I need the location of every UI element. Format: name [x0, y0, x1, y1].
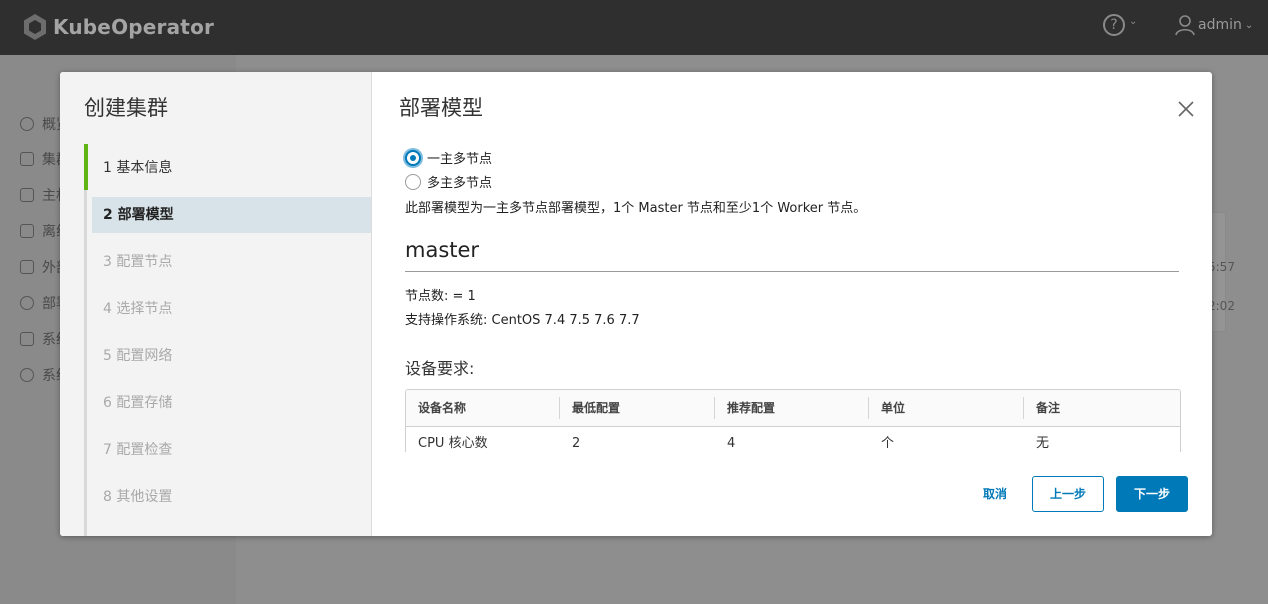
requirements-title: 设备要求:	[405, 359, 475, 378]
sidebar-item-icon	[20, 368, 34, 382]
create-cluster-wizard: 创建集群 1 基本信息 2 部署模型 3 配置节点 4 选择节点 5 配置网络 6 配置存…	[60, 72, 1212, 536]
column-divider	[559, 397, 560, 419]
table-header: 设备名称 最低配置 推荐配置 单位 备注	[406, 390, 1180, 427]
wizard-step[interactable]: 5 配置网络	[92, 338, 371, 374]
background-cell: 2:02	[1208, 299, 1235, 313]
wizard-step[interactable]: 7 配置检查	[92, 432, 371, 468]
sidebar-item-icon	[20, 117, 34, 131]
wizard-step[interactable]: 8 其他设置	[92, 479, 371, 515]
radio-button[interactable]	[405, 149, 421, 166]
previous-button[interactable]: 上一步	[1032, 476, 1104, 512]
table-cell: 2	[572, 436, 581, 451]
wizard-step[interactable]: 1 基本信息	[92, 150, 371, 186]
wizard-step[interactable]: 3 配置节点	[92, 244, 371, 280]
page-title: 部署模型	[399, 96, 483, 120]
column-divider	[714, 397, 715, 419]
help-icon[interactable]: ?	[1103, 14, 1125, 36]
model-description: 此部署模型为一主多节点部署模型，1个 Master 节点和至少1个 Worker…	[405, 201, 867, 216]
node-count: 节点数: = 1	[405, 289, 476, 304]
app-brand-name: KubeOperator	[53, 15, 215, 39]
table-cell: 个	[881, 436, 895, 451]
column-divider	[1023, 397, 1024, 419]
radio-single-master[interactable]: 一主多节点	[405, 148, 492, 167]
radio-label: 一主多节点	[427, 152, 493, 167]
wizard-content: 部署模型 一主多节点 多主多节点 此部署模型为一主多节点部署模型，1个 Mast…	[372, 72, 1212, 536]
sidebar-item-icon	[20, 260, 34, 274]
sidebar-item-icon	[20, 332, 34, 346]
requirements-table: 设备名称 最低配置 推荐配置 单位 备注 CPU 核心数 2 4 个 无	[405, 389, 1181, 452]
cancel-button[interactable]: 取消	[960, 476, 1030, 512]
section-divider	[405, 271, 1179, 272]
chevron-down-icon: ⌄	[1244, 19, 1254, 31]
column-header[interactable]: 最低配置	[572, 390, 620, 426]
sidebar-item-icon	[20, 224, 34, 238]
chevron-down-icon: ⌄	[1129, 16, 1138, 27]
username: admin	[1198, 17, 1242, 33]
steps-track	[84, 144, 87, 536]
wizard-step-nav: 创建集群 1 基本信息 2 部署模型 3 配置节点 4 选择节点 5 配置网络 6 配置存…	[60, 72, 372, 536]
app-logo[interactable]: KubeOperator	[22, 12, 214, 42]
table-cell: CPU 核心数	[418, 436, 488, 451]
radio-label: 多主多节点	[427, 176, 493, 191]
section-title: master	[405, 238, 480, 262]
top-navbar: KubeOperator ? ⌄ admin ⌄	[0, 0, 1268, 55]
radio-multi-master[interactable]: 多主多节点	[405, 172, 492, 191]
column-header[interactable]: 推荐配置	[727, 390, 775, 426]
user-menu[interactable]: admin ⌄	[1175, 14, 1253, 36]
wizard-step[interactable]: 6 配置存储	[92, 385, 371, 421]
column-header[interactable]: 备注	[1036, 390, 1060, 426]
wizard-step[interactable]: 2 部署模型	[92, 197, 371, 233]
next-button[interactable]: 下一步	[1116, 476, 1188, 512]
close-icon[interactable]	[1175, 98, 1197, 120]
column-header[interactable]: 设备名称	[418, 390, 466, 426]
wizard-title: 创建集群	[84, 96, 168, 120]
supported-os: 支持操作系统: CentOS 7.4 7.5 7.6 7.7	[405, 313, 640, 328]
table-cell: 无	[1036, 436, 1050, 451]
sidebar-item-icon	[20, 296, 34, 310]
sidebar-item-icon	[20, 188, 34, 202]
table-cell: 4	[727, 436, 736, 451]
sidebar-item-icon	[20, 152, 34, 166]
column-header[interactable]: 单位	[881, 390, 905, 426]
radio-button[interactable]	[405, 173, 421, 190]
kubeoperator-logo-icon	[24, 14, 46, 40]
background-cell: 5:57	[1208, 260, 1235, 274]
column-divider	[868, 397, 869, 419]
wizard-step[interactable]: 4 选择节点	[92, 291, 371, 327]
user-icon	[1175, 15, 1195, 36]
step-complete-indicator	[84, 144, 88, 190]
